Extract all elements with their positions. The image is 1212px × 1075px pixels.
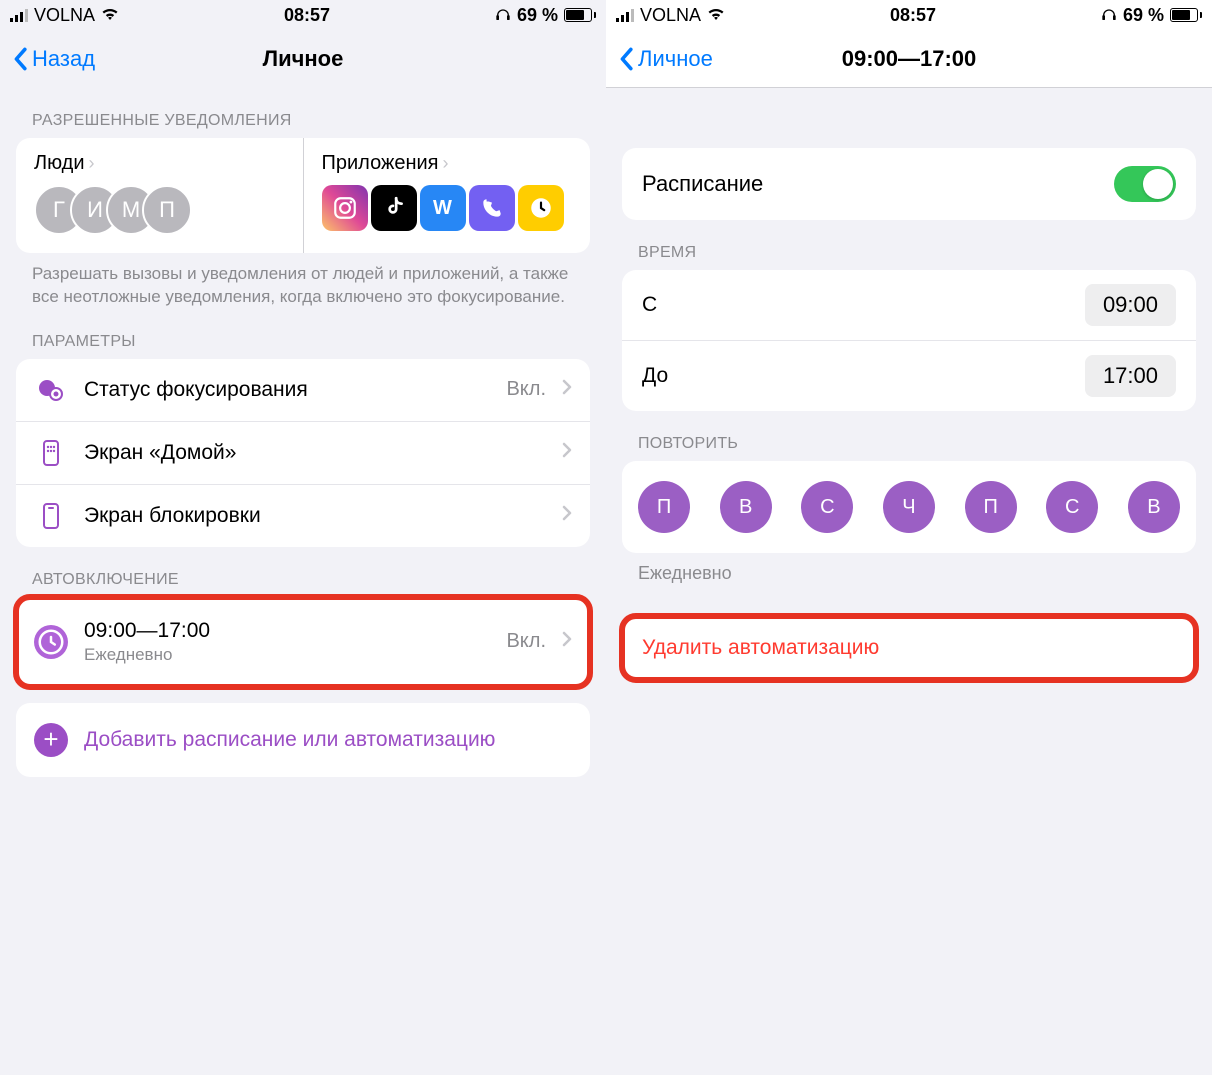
focus-status-label: Статус фокусирования — [84, 378, 490, 402]
delete-automation-button[interactable]: Удалить автоматизацию — [622, 616, 1196, 680]
time-from-value[interactable]: 09:00 — [1085, 284, 1176, 326]
apps-icons: W — [322, 185, 573, 231]
home-screen-icon — [34, 438, 68, 468]
back-label: Личное — [638, 46, 713, 72]
schedule-toggle-row: Расписание — [622, 148, 1196, 220]
chevron-left-icon — [618, 47, 634, 71]
phone-left: VOLNA 08:57 69 % Назад Личное РАЗРЕШЕННЫ… — [0, 0, 606, 1075]
day-button[interactable]: П — [638, 481, 690, 533]
carrier-label: VOLNA — [34, 5, 95, 26]
people-avatars: Г И М П — [34, 185, 285, 235]
delete-automation-label: Удалить автоматизацию — [642, 636, 879, 659]
day-button[interactable]: Ч — [883, 481, 935, 533]
section-header-params: ПАРАМЕТРЫ — [0, 309, 606, 359]
home-screen-row[interactable]: Экран «Домой» — [16, 421, 590, 484]
headphones-icon — [1101, 5, 1117, 26]
chevron-right-icon — [562, 442, 572, 463]
viber-icon — [469, 185, 515, 231]
chevron-right-icon — [562, 505, 572, 526]
time-from-row: С 09:00 — [622, 270, 1196, 340]
chevron-left-icon — [12, 47, 28, 71]
day-button[interactable]: В — [1128, 481, 1180, 533]
headphones-icon — [495, 5, 511, 26]
battery-icon — [1170, 8, 1202, 22]
people-cell[interactable]: Люди › Г И М П — [16, 138, 303, 253]
instagram-icon — [322, 185, 368, 231]
carrier-label: VOLNA — [640, 5, 701, 26]
schedule-toggle[interactable] — [1114, 166, 1176, 202]
section-header-repeat: ПОВТОРИТЬ — [606, 411, 1212, 461]
status-bar: VOLNA 08:57 69 % — [0, 0, 606, 30]
clock-label: 08:57 — [284, 5, 330, 26]
battery-pct-label: 69 % — [517, 5, 558, 26]
schedule-value: Вкл. — [506, 630, 546, 653]
lock-screen-label: Экран блокировки — [84, 504, 546, 528]
schedule-card: 09:00—17:00 Ежедневно Вкл. — [16, 597, 590, 687]
day-button[interactable]: П — [965, 481, 1017, 533]
status-bar: VOLNA 08:57 69 % — [606, 0, 1212, 30]
section-header-auto: АВТОВКЛЮЧЕНИЕ — [0, 547, 606, 597]
allowed-notifications-card: Люди › Г И М П Приложения › W — [16, 138, 590, 253]
back-button[interactable]: Назад — [12, 46, 95, 72]
schedule-time-label: 09:00—17:00 — [84, 619, 490, 643]
back-button[interactable]: Личное — [618, 46, 713, 72]
add-schedule-card: + Добавить расписание или автоматизацию — [16, 703, 590, 777]
clock-label: 08:57 — [890, 5, 936, 26]
focus-status-icon — [34, 375, 68, 405]
focus-status-value: Вкл. — [506, 378, 546, 401]
signal-icon — [616, 8, 634, 22]
schedule-sub-label: Ежедневно — [84, 645, 490, 665]
plus-icon: + — [34, 723, 68, 757]
time-to-label: До — [642, 364, 668, 388]
section-header-time: ВРЕМЯ — [606, 220, 1212, 270]
focus-status-row[interactable]: Статус фокусирования Вкл. — [16, 359, 590, 421]
allowed-footer-text: Разрешать вызовы и уведомления от людей … — [0, 253, 606, 309]
day-button[interactable]: С — [1046, 481, 1098, 533]
people-label: Люди — [34, 152, 85, 175]
tiktok-icon — [371, 185, 417, 231]
nav-bar: Назад Личное — [0, 30, 606, 88]
battery-pct-label: 69 % — [1123, 5, 1164, 26]
time-to-value[interactable]: 17:00 — [1085, 355, 1176, 397]
add-schedule-row[interactable]: + Добавить расписание или автоматизацию — [16, 703, 590, 777]
day-button[interactable]: С — [801, 481, 853, 533]
vk-icon: W — [420, 185, 466, 231]
wifi-icon — [707, 5, 725, 26]
apps-label: Приложения — [322, 152, 439, 175]
lock-screen-row[interactable]: Экран блокировки — [16, 484, 590, 547]
section-header-allowed: РАЗРЕШЕННЫЕ УВЕДОМЛЕНИЯ — [0, 88, 606, 138]
time-to-row: До 17:00 — [622, 340, 1196, 411]
repeat-caption: Ежедневно — [606, 553, 1212, 584]
repeat-days-card: П В С Ч П С В — [622, 461, 1196, 553]
schedule-row[interactable]: 09:00—17:00 Ежедневно Вкл. — [16, 597, 590, 687]
time-card: С 09:00 До 17:00 — [622, 270, 1196, 411]
day-button[interactable]: В — [720, 481, 772, 533]
wifi-icon — [101, 5, 119, 26]
add-schedule-label: Добавить расписание или автоматизацию — [84, 726, 572, 753]
lock-screen-icon — [34, 501, 68, 531]
signal-icon — [10, 8, 28, 22]
clock-icon — [518, 185, 564, 231]
chevron-right-icon: › — [89, 153, 95, 174]
home-screen-label: Экран «Домой» — [84, 441, 546, 465]
apps-cell[interactable]: Приложения › W — [303, 138, 591, 253]
back-label: Назад — [32, 46, 95, 72]
avatar: П — [142, 185, 192, 235]
time-from-label: С — [642, 293, 657, 317]
phone-right: VOLNA 08:57 69 % Личное 09:00—17:00 Расп… — [606, 0, 1212, 1075]
params-card: Статус фокусирования Вкл. Экран «Домой» … — [16, 359, 590, 547]
nav-bar: Личное 09:00—17:00 — [606, 30, 1212, 88]
chevron-right-icon: › — [443, 153, 449, 174]
chevron-right-icon — [562, 631, 572, 652]
battery-icon — [564, 8, 596, 22]
clock-icon — [34, 625, 68, 659]
schedule-toggle-label: Расписание — [642, 171, 763, 197]
chevron-right-icon — [562, 379, 572, 400]
